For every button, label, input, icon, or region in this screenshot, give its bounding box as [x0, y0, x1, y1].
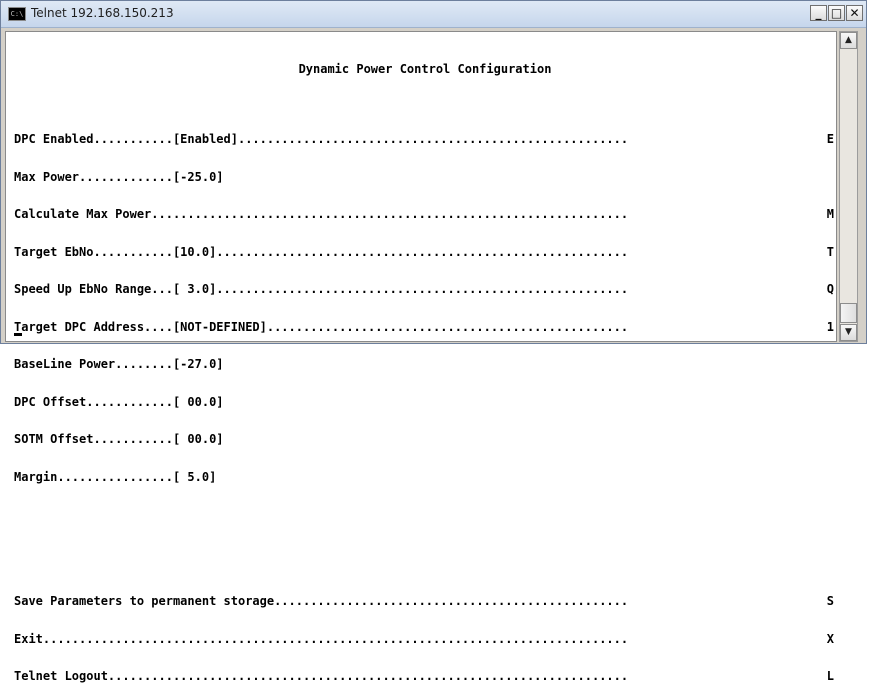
- menu-row-telnet-logout: Telnet Logout...........................…: [14, 670, 834, 683]
- vertical-scrollbar[interactable]: ▲ ▼: [839, 31, 858, 342]
- console-app-icon[interactable]: C:\: [8, 7, 26, 21]
- scroll-up-button[interactable]: ▲: [840, 32, 857, 49]
- menu-row-text: Max Power.............[-25.0]: [14, 169, 224, 184]
- menu-row-key: E: [826, 132, 834, 146]
- menu-row-text: DPC Enabled...........[Enabled].........…: [14, 132, 629, 146]
- window-title: Telnet 192.168.150.213: [31, 6, 174, 20]
- menu-row-save-parameters: Save Parameters to permanent storage....…: [14, 595, 834, 608]
- menu-row-text: Margin................[ 5.0]: [14, 469, 217, 484]
- menu-row-text: DPC Offset............[ 00.0]: [14, 394, 224, 409]
- text-cursor: [14, 333, 22, 336]
- terminal-text: Dynamic Power Control Configuration DPC …: [14, 38, 834, 692]
- menu-row-text: Calculate Max Power.....................…: [14, 207, 629, 221]
- close-button[interactable]: ✕: [846, 5, 863, 21]
- menu-row-key: T: [826, 244, 834, 259]
- menu-row-text: BaseLine Power........[-27.0]: [14, 357, 224, 371]
- menu-row-key: M: [826, 207, 834, 221]
- terminal-screen[interactable]: Dynamic Power Control Configuration DPC …: [5, 31, 837, 682]
- menu-row-max-power: Max Power.............[-25.0]: [14, 169, 834, 184]
- menu-row-target-ebno: Target EbNo...........[10.0]............…: [14, 244, 834, 259]
- menu-row-text: SOTM Offset...........[ 00.0]: [14, 432, 224, 446]
- menu-row-exit: Exit....................................…: [14, 631, 834, 646]
- title-bar[interactable]: C:\ Telnet 192.168.150.213 _ □ ✕: [1, 1, 866, 28]
- menu-row-key: Q: [826, 282, 834, 296]
- menu-row-calculate-max-power: Calculate Max Power.....................…: [14, 208, 834, 221]
- menu-row-text: Exit....................................…: [14, 631, 629, 646]
- telnet-window: C:\ Telnet 192.168.150.213 _ □ ✕ Dynamic…: [0, 0, 867, 682]
- blank-lines: [14, 521, 834, 558]
- window-controls: _ □ ✕: [809, 5, 863, 21]
- menu-row-sotm-offset: SOTM Offset...........[ 00.0]: [14, 433, 834, 446]
- menu-row-text: Target DPC Address....[NOT-DEFINED].....…: [14, 319, 629, 334]
- menu-row-key: S: [826, 594, 834, 608]
- menu-row-text: Save Parameters to permanent storage....…: [14, 594, 629, 608]
- minimize-button[interactable]: _: [810, 5, 827, 21]
- menu-row-dpc-enabled: DPC Enabled...........[Enabled].........…: [14, 133, 834, 146]
- menu-row-key: L: [826, 669, 834, 683]
- maximize-button[interactable]: □: [828, 5, 845, 21]
- menu-row-text: Speed Up EbNo Range...[ 3.0]............…: [14, 282, 629, 296]
- menu-row-text: Telnet Logout...........................…: [14, 669, 629, 683]
- menu-row-baseline-power: BaseLine Power........[-27.0]: [14, 358, 834, 371]
- menu-row-dpc-offset: DPC Offset............[ 00.0]: [14, 394, 834, 409]
- menu-row-speed-up-ebno-range: Speed Up EbNo Range...[ 3.0]............…: [14, 283, 834, 296]
- scroll-thumb[interactable]: [840, 303, 857, 323]
- scroll-down-button[interactable]: ▼: [840, 324, 857, 341]
- menu-row-target-dpc-address: Target DPC Address....[NOT-DEFINED].....…: [14, 319, 834, 334]
- menu-row-key: 1: [826, 319, 834, 334]
- menu-row-margin: Margin................[ 5.0]: [14, 469, 834, 484]
- menu-heading: Dynamic Power Control Configuration: [298, 62, 552, 76]
- menu-row-key: X: [826, 631, 834, 646]
- menu-row-text: Target EbNo...........[10.0]............…: [14, 244, 629, 259]
